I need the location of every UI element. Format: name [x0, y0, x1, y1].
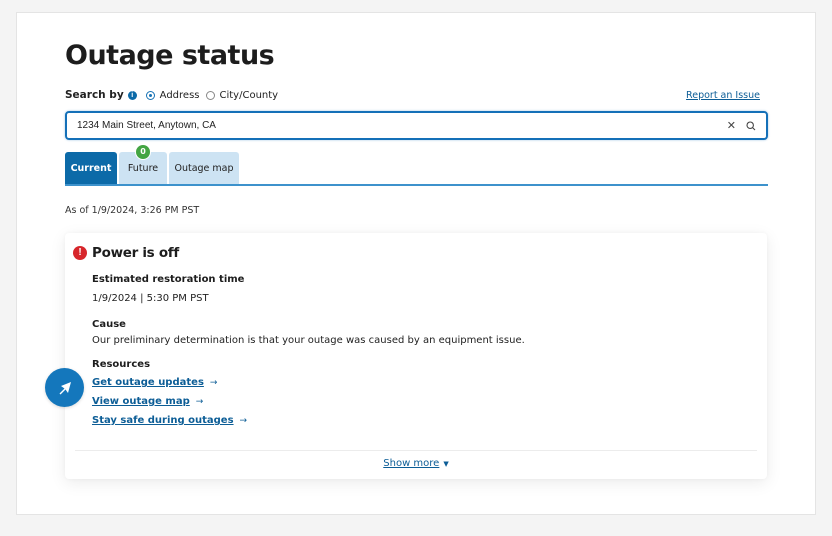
address-search-input[interactable] [77, 120, 727, 131]
radio-address-label[interactable]: Address [160, 90, 200, 101]
radio-address[interactable] [145, 90, 155, 100]
report-issue-link[interactable]: Report an Issue [686, 90, 760, 101]
cursor-pointer-button[interactable] [45, 368, 84, 407]
divider [75, 450, 757, 451]
cause-value: Our preliminary determination is that yo… [92, 335, 525, 346]
arrow-right-icon: → [195, 396, 204, 407]
view-outage-map-label: View outage map [92, 396, 190, 407]
arrow-right-icon: → [209, 377, 218, 388]
search-box: ✕ [65, 111, 768, 140]
tab-outage-map[interactable]: Outage map [169, 152, 239, 184]
show-more-label: Show more [383, 458, 440, 469]
stay-safe-link[interactable]: Stay safe during outages → [92, 415, 247, 426]
tab-current-label: Current [70, 162, 112, 174]
arrow-right-icon: → [239, 415, 248, 426]
status-title: Power is off [92, 245, 179, 261]
search-by-label: Search by [65, 89, 124, 101]
get-outage-updates-link[interactable]: Get outage updates → [92, 377, 217, 388]
tab-current[interactable]: Current [65, 152, 117, 184]
search-icon[interactable] [746, 120, 756, 131]
navigation-arrow-icon [59, 381, 71, 394]
get-outage-updates-label: Get outage updates [92, 377, 204, 388]
restoration-value: 1/9/2024 | 5:30 PM PST [92, 293, 209, 304]
future-count-badge: 0 [135, 144, 151, 160]
search-by-row: Search by i Address City/County [65, 88, 284, 102]
show-more-button[interactable]: Show more ▼ [65, 458, 767, 469]
page-title: Outage status [65, 40, 275, 71]
status-card: ! Power is off Estimated restoration tim… [65, 233, 767, 479]
tab-bar: Current 0 Future Outage map [65, 144, 768, 186]
restoration-label: Estimated restoration time [92, 274, 245, 285]
tab-future[interactable]: 0 Future [119, 144, 167, 184]
resources-label: Resources [92, 359, 151, 370]
alert-icon: ! [73, 246, 87, 260]
info-icon[interactable]: i [127, 90, 137, 100]
tab-outage-map-label: Outage map [174, 162, 234, 174]
as-of-timestamp: As of 1/9/2024, 3:26 PM PST [65, 205, 200, 216]
clear-icon[interactable]: ✕ [727, 119, 736, 132]
cause-label: Cause [92, 319, 126, 330]
caret-down-icon: ▼ [443, 460, 449, 468]
radio-city-county-label[interactable]: City/County [220, 90, 279, 101]
stay-safe-label: Stay safe during outages [92, 415, 234, 426]
view-outage-map-link[interactable]: View outage map → [92, 396, 203, 407]
radio-city-county[interactable] [205, 90, 215, 100]
tab-future-label: Future [127, 162, 159, 174]
